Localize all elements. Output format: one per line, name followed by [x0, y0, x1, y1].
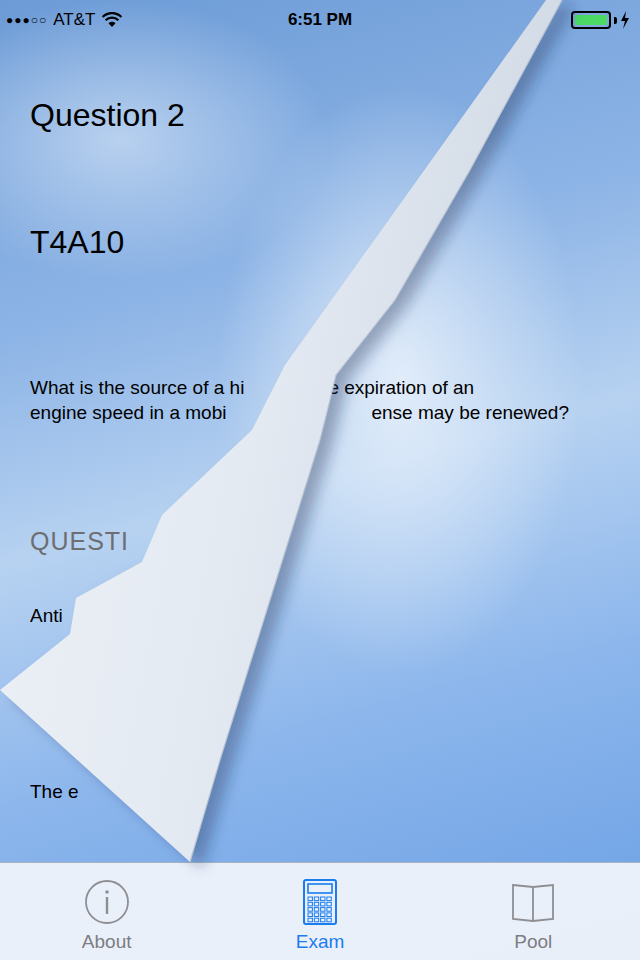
- charging-icon: [620, 11, 630, 29]
- tab-bar: About Exam Pool: [0, 862, 640, 960]
- question-fragment: ense may be renewed?: [371, 400, 569, 425]
- question-fragment: e expiration of an: [328, 375, 474, 400]
- status-bar: ●●●○○ AT&T6:51 PM: [0, 0, 640, 40]
- book-icon: [508, 877, 558, 927]
- tab-item[interactable]: Pool: [427, 863, 640, 960]
- tab-item[interactable]: Exam: [213, 863, 426, 960]
- battery-tip: [614, 17, 617, 24]
- info-icon: [82, 877, 132, 927]
- battery-fill: [575, 15, 607, 25]
- question-fragment: engine speed in a mobi: [30, 400, 226, 425]
- wifi-icon: [101, 12, 123, 28]
- question-line: engine speed in a mobi ense may be renewe…: [30, 400, 620, 425]
- page-curl: [0, 0, 640, 960]
- carrier: AT&T: [53, 10, 95, 30]
- status-left: ●●●○○ AT&T: [6, 10, 123, 30]
- signal-strength: ●●●○○: [6, 13, 47, 27]
- calculator-icon: [295, 877, 345, 927]
- tab-item[interactable]: About: [0, 863, 213, 960]
- clock: 6:51 PM: [0, 10, 640, 30]
- question-fragment: What is the source of a hi: [30, 375, 244, 400]
- answers-heading: QUESTI: [30, 526, 620, 556]
- tab-label[interactable]: Exam: [296, 931, 345, 953]
- battery-icon: [571, 11, 611, 29]
- question-title: Question 2: [30, 95, 620, 135]
- answer-option[interactable]: Anti: [30, 603, 620, 628]
- tab-label[interactable]: Pool: [514, 931, 552, 953]
- question-page: Question 2 T4A10 What is the source of a h…: [0, 40, 640, 862]
- battery-area: [571, 11, 630, 29]
- question-line: What is the source of a hi e expiration o…: [30, 375, 620, 400]
- tab-label[interactable]: About: [82, 931, 132, 953]
- question-code: T4A10: [30, 222, 620, 262]
- answer-option[interactable]: The e: [30, 779, 620, 804]
- question-text: What is the source of a hi e expiration o…: [30, 375, 620, 425]
